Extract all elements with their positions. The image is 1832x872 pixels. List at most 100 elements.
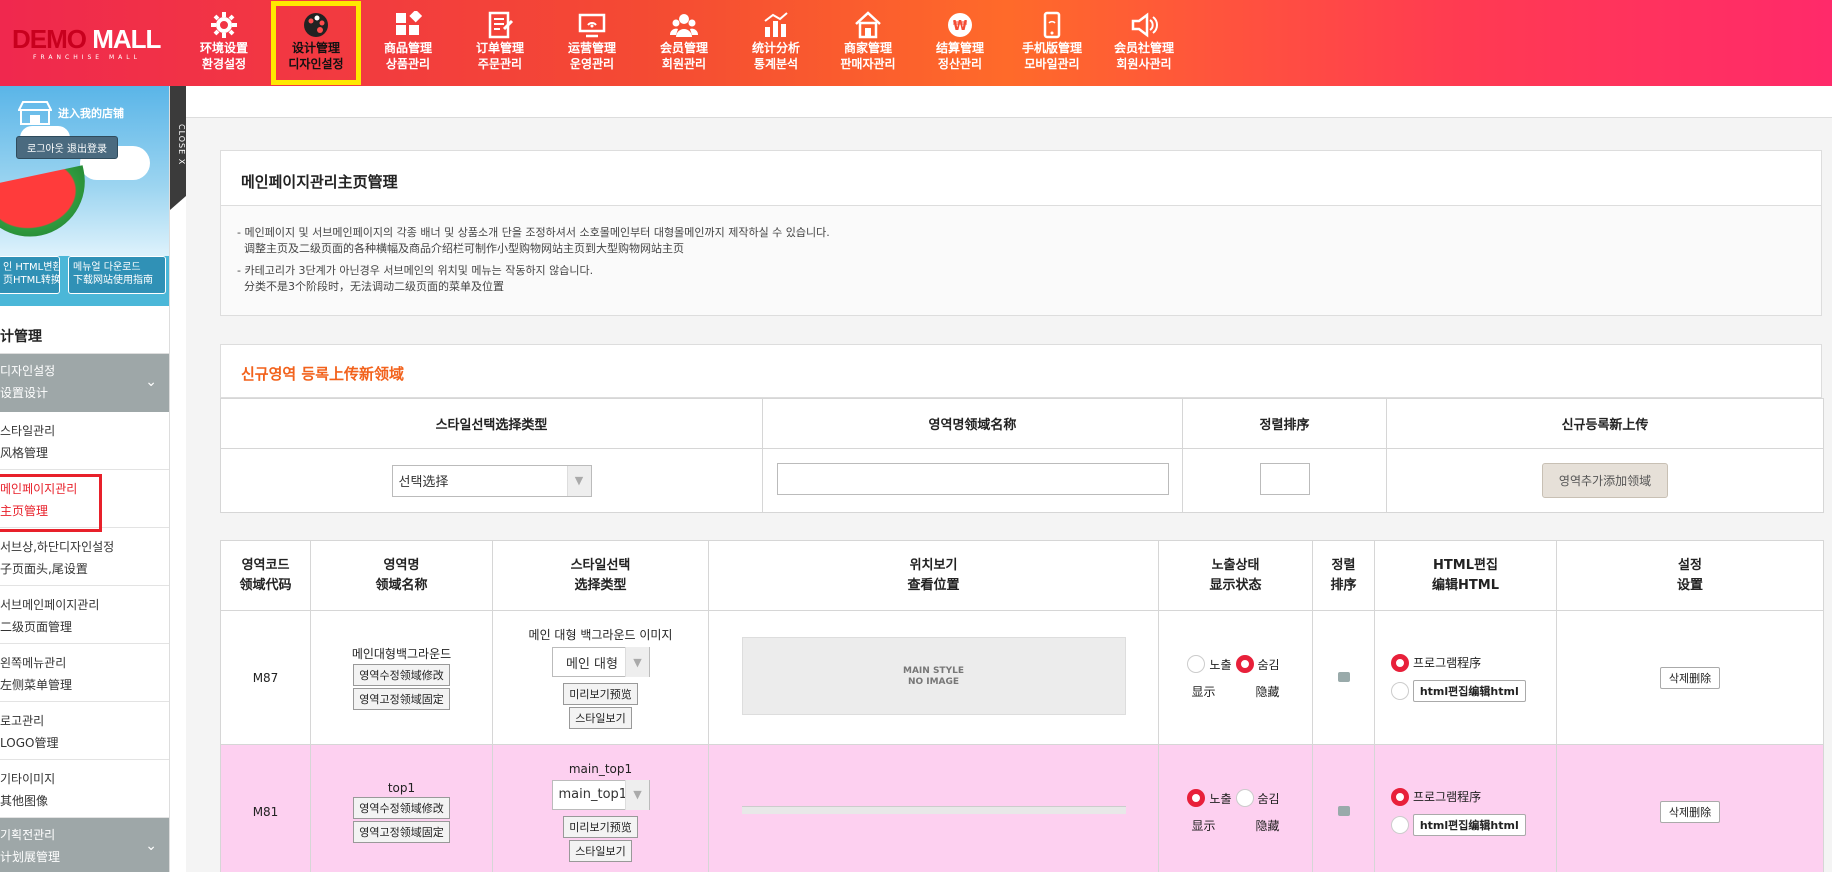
html-edit-button[interactable]: html편집编辑html [1412,679,1526,702]
program-radio[interactable] [1391,787,1409,806]
preview-button[interactable]: 미리보기预览 [563,815,638,838]
sidebar-item[interactable]: 왼쪽메뉴관리 左侧菜单管理 [0,644,169,702]
header-sublabel: 选择类型 [574,577,627,593]
style-cell: 메인 대형 백그라운드 이미지 메인 대형 ▼ 미리보기预览 스타일보기 [492,610,709,745]
fix-area-button[interactable]: 영역고정领域固定 [353,688,450,710]
nav-sublabel: 모바일관리 [1024,57,1080,71]
sort-input[interactable] [1259,462,1310,495]
style-select-value: 메인 대형 [566,656,618,672]
nav-item-mobile[interactable]: 手机版管理 모바일관리 [1006,0,1098,86]
house-icon [853,10,883,40]
list-col-header: 설정 设置 [1556,540,1824,611]
header-label: 스타일선택 [570,557,631,573]
nav-item-grid[interactable]: 商品管理 상품관리 [362,0,454,86]
sidebar-item-label: 서브메인페이지관리 [0,598,100,612]
enter-shop-link[interactable]: 进入我的店铺 [18,100,124,126]
hide-label: 숨김 [1257,791,1280,806]
sidebar-group-exhibition[interactable]: 기획전관리 计划展管理 ⌄ [0,818,169,872]
sidebar-item[interactable]: 스타일관리 风格管理 [0,412,169,470]
nav-item-won[interactable]: ₩ 结算管理 정산관리 [914,0,1006,86]
nav-sublabel: 회원관리 [661,57,707,71]
nav-label: 设计管理 [291,41,340,55]
sidebar-item[interactable]: 메인페이지관리 主页管理 [0,470,169,532]
area-name: 메인대형백그라운드 [351,647,452,661]
header-label: HTML편집 [1433,557,1498,573]
area-name-cell [762,448,1183,513]
main-nav: 环境设置 환경설정 设计管理 디자인설정 商品管理 상품관리 订单管理 주문관리 运营管理 운영관… [178,0,1190,86]
nav-item-palette[interactable]: 设计管理 디자인설정 [270,0,362,86]
nav-item-monitor[interactable]: 运营管理 운영관리 [546,0,638,86]
html-convert-button[interactable]: 인 HTML변환 页HTML转换 [0,256,60,294]
style-select[interactable]: main_top1 ▼ [551,779,650,810]
nav-item-chart[interactable]: 统计分析 통계분석 [730,0,822,86]
list-col-header: 영역코드 领域代码 [220,540,311,611]
header-label: 영역명 [383,557,420,573]
nav-item-order[interactable]: 订单管理 주문관리 [454,0,546,86]
delete-button[interactable]: 삭제删除 [1659,666,1721,689]
style-label: main_top1 [568,761,633,776]
edit-area-button[interactable]: 영역수정领域修改 [353,796,450,819]
manual-download-button[interactable]: 메뉴얼 다운로드 下载网站使用指南 [68,256,166,294]
nav-sublabel: 판매자관리 [840,57,896,71]
header-sublabel: 设置 [1676,577,1703,593]
top-strip [186,86,1832,118]
add-area-button[interactable]: 영역추가添加领域 [1541,463,1669,498]
nav-item-gear[interactable]: 环境设置 환경설정 [178,0,270,86]
order-icon [485,10,515,40]
gear-icon [209,10,239,40]
sidebar-item[interactable]: 서브상,하단디자인설정 子页面头,尾设置 [0,528,169,586]
sidebar-group-design[interactable]: 디자인설정 设置设计 ⌄ [0,354,169,412]
nav-item-speaker[interactable]: 会员社管理 회원사관리 [1098,0,1190,86]
new-area-table: 스타일선택选择类型 영역명领域名称 정렬排序 신규등록新上传 선택选择 ▼ 영역… [220,398,1824,513]
sidebar-item-label: 스타일관리 [0,424,56,438]
style-select-value: main_top1 [558,787,626,802]
style-select[interactable]: 메인 대형 ▼ [551,647,650,677]
users-icon [669,10,699,40]
nav-label: 会员社管理 [1113,41,1174,55]
preview-button[interactable]: 미리보기预览 [563,683,638,705]
hide-radio[interactable] [1235,655,1254,673]
html-edit-button[interactable]: html편집编辑html [1412,813,1526,836]
logout-button[interactable]: 로그아웃 退出登录 [16,136,118,159]
area-name-input[interactable] [776,462,1169,495]
table-row: M87 메인대형백그라운드 영역수정领域修改 영역고정领域固定 메인 대형 백그라운드 … [220,610,1824,745]
position-thumbnail[interactable] [741,800,1126,820]
nav-item-house[interactable]: 商家管理 판매자관리 [822,0,914,86]
position-thumbnail[interactable]: MAIN STYLE NO IMAGE [741,637,1126,715]
view-style-button[interactable]: 스타일보기 [569,707,632,729]
nav-label: 手机版管理 [1021,41,1082,55]
sidebar-group-sublabel: 设置设计 [0,386,49,400]
sidebar-close-tab[interactable]: CLOSE X [170,86,186,210]
html-edit-radio[interactable] [1391,682,1409,700]
sidebar-group-sublabel: 计划展管理 [0,850,61,864]
chevron-down-icon: ⌄ [145,838,157,854]
program-radio[interactable] [1391,653,1409,672]
fix-area-button[interactable]: 영역고정领域固定 [353,820,450,843]
visibility-cell: 노출 숨김 显示 隐藏 [1158,610,1313,745]
logo-text-demo: DEMO [12,24,87,54]
sidebar-item[interactable]: 서브메인페이지관리 二级页面管理 [0,586,169,644]
position-cell [708,744,1159,872]
sidebar-group-label: 디자인설정 [0,364,56,378]
sidebar-item-sublabel: 其他图像 [0,794,49,808]
header-label: 위치보기 [909,557,958,573]
enter-shop-label: 进入我的店铺 [58,107,124,120]
logo[interactable]: DEMO MALL FRANCHISE MALL [12,26,162,62]
edit-area-button[interactable]: 영역수정领域修改 [353,664,450,686]
html-edit-radio[interactable] [1391,816,1409,834]
nav-item-users[interactable]: 会员管理 회원관리 [638,0,730,86]
show-radio[interactable] [1187,789,1206,807]
header-sublabel: 领域名称 [375,577,428,593]
delete-button[interactable]: 삭제删除 [1659,800,1721,823]
sidebar-item[interactable]: 로고관리 LOGO管理 [0,702,169,760]
sort-handle-icon[interactable] [1337,671,1350,682]
view-style-button[interactable]: 스타일보기 [569,839,632,862]
hide-radio[interactable] [1235,789,1254,807]
sidebar-item-sublabel: 左侧菜单管理 [0,678,73,692]
sort-handle-icon[interactable] [1337,805,1350,816]
nav-sublabel: 디자인설정 [288,57,344,71]
monitor-icon [577,10,607,40]
style-select[interactable]: 선택选择 ▼ [391,464,592,497]
show-radio[interactable] [1187,655,1206,673]
sidebar-item[interactable]: 기타이미지 其他图像 [0,760,169,818]
